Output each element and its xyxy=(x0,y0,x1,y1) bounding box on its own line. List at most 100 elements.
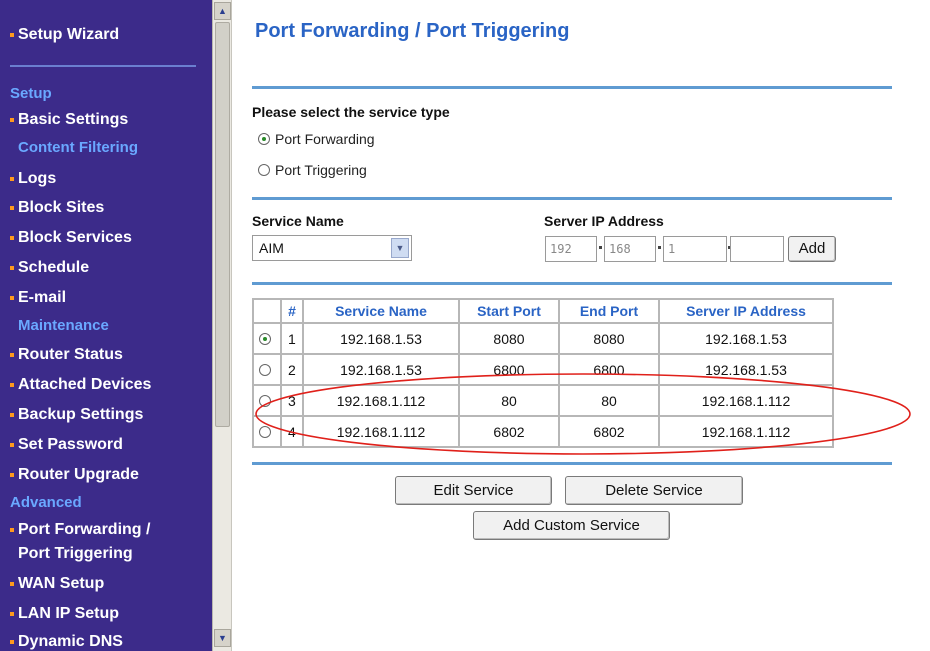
sidebar-item-label: Logs xyxy=(18,170,57,187)
service-name-value: AIM xyxy=(259,240,284,256)
table-row[interactable]: 2 192.168.1.53 6800 6800 192.168.1.53 xyxy=(252,353,834,386)
radio-port-triggering[interactable]: Port Triggering xyxy=(258,162,367,178)
row-select-cell[interactable] xyxy=(252,353,282,386)
cell-server-ip: 192.168.1.112 xyxy=(658,415,834,448)
sidebar-item-label: Block Sites xyxy=(18,199,105,216)
service-name-select[interactable]: AIM ▼ xyxy=(252,235,412,261)
sidebar-item-router-upgrade[interactable]: Router Upgrade xyxy=(10,465,139,485)
bullet-icon xyxy=(10,473,14,477)
sidebar-section-content-filtering: Content Filtering xyxy=(18,139,138,156)
ip-octet-4-input[interactable] xyxy=(730,236,784,262)
sidebar-item-dynamic-dns[interactable]: Dynamic DNS xyxy=(10,632,123,651)
sidebar-item-attached-devices[interactable]: Attached Devices xyxy=(10,375,152,395)
table-row[interactable]: 3 192.168.1.112 80 80 192.168.1.112 xyxy=(252,384,834,417)
sidebar-item-label: Attached Devices xyxy=(18,376,152,393)
cell-start-port: 80 xyxy=(458,384,560,417)
column-header-service-name: Service Name xyxy=(302,298,460,324)
sidebar-item-set-password[interactable]: Set Password xyxy=(10,435,123,455)
ip-octet-1-input[interactable]: 192 xyxy=(545,236,597,262)
delete-service-button[interactable]: Delete Service xyxy=(565,476,743,505)
sidebar-item-basic-settings[interactable]: Basic Settings xyxy=(10,110,128,130)
sidebar-item-port-forwarding-line2[interactable]: Port Triggering xyxy=(18,544,133,564)
bullet-icon xyxy=(10,383,14,387)
radio-checked-icon[interactable] xyxy=(258,133,270,145)
edit-service-button[interactable]: Edit Service xyxy=(395,476,552,505)
sidebar-item-label: Setup Wizard xyxy=(18,26,120,43)
bullet-icon xyxy=(10,206,14,210)
cell-service-name: 192.168.1.112 xyxy=(302,415,460,448)
service-table: # Service Name Start Port End Port Serve… xyxy=(252,298,834,448)
scroll-thumb[interactable] xyxy=(215,22,230,427)
chevron-down-icon[interactable]: ▼ xyxy=(391,238,409,258)
column-header-end-port: End Port xyxy=(558,298,660,324)
sidebar-item-label: Router Status xyxy=(18,346,123,363)
divider xyxy=(252,282,892,285)
sidebar-item-setup-wizard[interactable]: Setup Wizard xyxy=(10,25,120,45)
sidebar-item-backup-settings[interactable]: Backup Settings xyxy=(10,405,143,425)
sidebar-section-setup: Setup xyxy=(10,85,52,102)
add-custom-service-button[interactable]: Add Custom Service xyxy=(473,511,670,540)
sidebar-item-label: Port Forwarding / xyxy=(18,521,151,538)
row-select-cell[interactable] xyxy=(252,322,282,355)
sidebar-item-email[interactable]: E-mail xyxy=(10,288,66,308)
page-title: Port Forwarding / Port Triggering xyxy=(255,20,570,42)
select-column-header xyxy=(252,298,282,324)
main-panel: Port Forwarding / Port Triggering Please… xyxy=(232,0,930,651)
radio-unchecked-icon[interactable] xyxy=(258,425,271,438)
sidebar-item-label: Set Password xyxy=(18,436,123,453)
cell-end-port: 80 xyxy=(558,384,660,417)
sidebar-item-label: Port Triggering xyxy=(18,545,133,562)
ip-octet-3-input[interactable]: 1 xyxy=(663,236,727,262)
sidebar-item-port-forwarding[interactable]: Port Forwarding / xyxy=(10,520,151,540)
column-header-num: # xyxy=(280,298,304,324)
column-header-server-ip: Server IP Address xyxy=(658,298,834,324)
cell-num: 3 xyxy=(280,384,304,417)
cell-server-ip: 192.168.1.53 xyxy=(658,353,834,386)
row-select-cell[interactable] xyxy=(252,415,282,448)
sidebar-item-lan-ip-setup[interactable]: LAN IP Setup xyxy=(10,604,120,624)
table-header-row: # Service Name Start Port End Port Serve… xyxy=(252,298,834,324)
sidebar-item-label: LAN IP Setup xyxy=(18,605,120,622)
sidebar-item-block-services[interactable]: Block Services xyxy=(10,228,132,248)
bullet-icon xyxy=(10,413,14,417)
server-ip-label: Server IP Address xyxy=(544,213,664,229)
bullet-icon xyxy=(10,33,14,37)
scroll-down-icon[interactable]: ▼ xyxy=(214,629,231,647)
radio-label: Port Triggering xyxy=(275,162,367,178)
sidebar-section-maintenance: Maintenance xyxy=(18,317,109,334)
divider xyxy=(252,462,892,465)
sidebar-item-router-status[interactable]: Router Status xyxy=(10,345,123,365)
sidebar-item-block-sites[interactable]: Block Sites xyxy=(10,198,105,218)
cell-start-port: 6800 xyxy=(458,353,560,386)
table-row[interactable]: 4 192.168.1.112 6802 6802 192.168.1.112 xyxy=(252,415,834,448)
radio-checked-icon[interactable] xyxy=(258,332,271,345)
add-button[interactable]: Add xyxy=(788,236,836,262)
divider xyxy=(252,197,892,200)
cell-service-name: 192.168.1.112 xyxy=(302,384,460,417)
radio-unchecked-icon[interactable] xyxy=(258,164,270,176)
radio-unchecked-icon[interactable] xyxy=(258,363,271,376)
sidebar-item-logs[interactable]: Logs xyxy=(10,169,57,189)
bullet-icon xyxy=(10,118,14,122)
radio-unchecked-icon[interactable] xyxy=(258,394,271,407)
bullet-icon xyxy=(10,443,14,447)
sidebar-scrollbar[interactable]: ▲ ▼ xyxy=(212,0,232,651)
sidebar-item-schedule[interactable]: Schedule xyxy=(10,258,89,278)
cell-num: 1 xyxy=(280,322,304,355)
sidebar-item-label: WAN Setup xyxy=(18,575,105,592)
ip-octet-2-input[interactable]: 168 xyxy=(604,236,656,262)
ip-dot xyxy=(599,246,602,249)
sidebar-nav: Setup Wizard Setup Basic Settings Conten… xyxy=(0,0,212,651)
cell-num: 2 xyxy=(280,353,304,386)
sidebar-section-advanced: Advanced xyxy=(10,494,82,511)
radio-port-forwarding[interactable]: Port Forwarding xyxy=(258,131,375,147)
bullet-icon xyxy=(10,640,14,644)
row-select-cell[interactable] xyxy=(252,384,282,417)
sidebar-item-label: Router Upgrade xyxy=(18,466,139,483)
ip-dot xyxy=(658,246,661,249)
sidebar-item-wan-setup[interactable]: WAN Setup xyxy=(10,574,105,594)
bullet-icon xyxy=(10,353,14,357)
bullet-icon xyxy=(10,612,14,616)
table-row[interactable]: 1 192.168.1.53 8080 8080 192.168.1.53 xyxy=(252,322,834,355)
scroll-up-icon[interactable]: ▲ xyxy=(214,2,231,20)
